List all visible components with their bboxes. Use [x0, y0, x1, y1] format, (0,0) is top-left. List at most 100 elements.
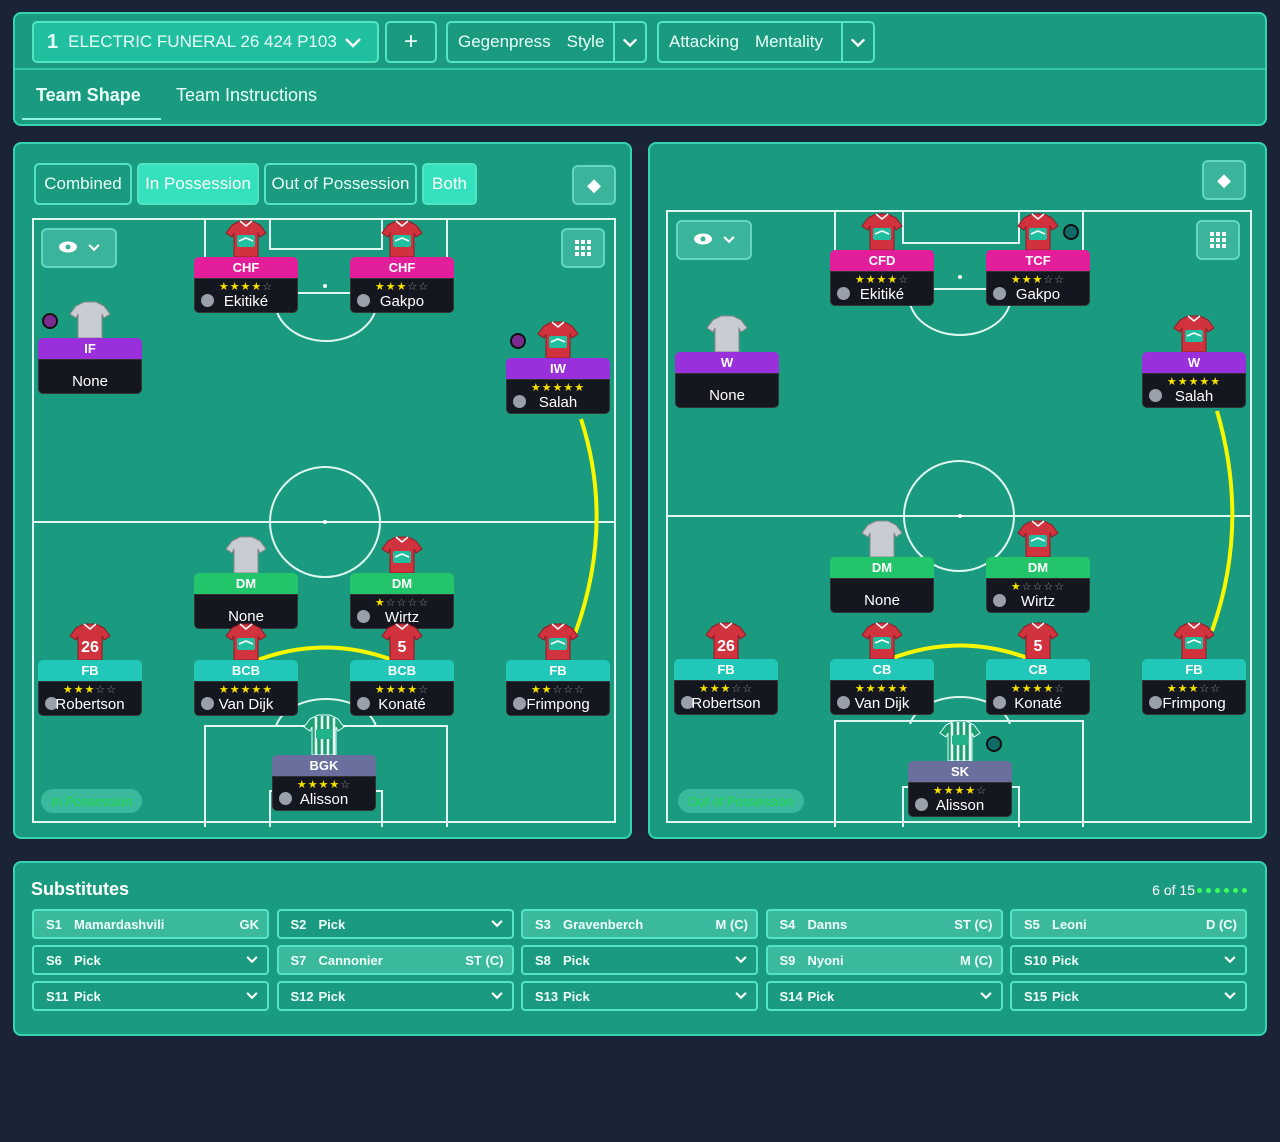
out-of-possession-player-card[interactable]: CFD ★★★★☆ Ekitiké	[830, 250, 934, 306]
player-role[interactable]: FB	[38, 660, 142, 681]
out-of-possession-player-card[interactable]: DM ★☆☆☆☆ Wirtz	[986, 557, 1090, 613]
in-possession-player-card[interactable]: FB ★★☆☆☆ Frimpong	[506, 660, 610, 716]
in-possession-player-card[interactable]: IF None	[38, 338, 142, 394]
player-role[interactable]: CFD	[830, 250, 934, 271]
player-role[interactable]: CHF	[194, 257, 298, 278]
chevron-down-icon[interactable]	[841, 23, 873, 61]
player-shirt-icon[interactable]	[860, 621, 904, 661]
out-of-possession-player-card[interactable]: FB ★★★☆☆ Frimpong	[1142, 659, 1246, 715]
player-shirt-icon[interactable]: 5	[380, 622, 424, 662]
player-role[interactable]: DM	[350, 573, 454, 594]
player-role[interactable]: FB	[1142, 659, 1246, 680]
in-possession-player-card[interactable]: FB ★★★☆☆ Robertson	[38, 660, 142, 716]
player-role[interactable]: BCB	[194, 660, 298, 681]
substitute-slot[interactable]: S4 Danns ST (C)	[765, 909, 1003, 939]
chevron-down-icon	[490, 916, 512, 933]
player-role[interactable]: IF	[38, 338, 142, 359]
substitutes-panel: Substitutes 6 of 15 S1 Mamardashvili GK S2 P…	[13, 861, 1267, 1036]
player-shirt-icon[interactable]: 5	[1016, 621, 1060, 661]
substitute-slot[interactable]: S13 Pick	[521, 981, 758, 1011]
player-role[interactable]: IW	[506, 358, 610, 379]
out-of-possession-player-card[interactable]: DM None	[830, 557, 934, 613]
player-shirt-icon[interactable]: 26	[68, 622, 112, 662]
in-possession-player-card[interactable]: IW ★★★★★ Salah	[506, 358, 610, 414]
in-possession-player-card[interactable]: DM ★☆☆☆☆ Wirtz	[350, 573, 454, 629]
player-rating-stars: ★★★★☆	[1010, 683, 1066, 695]
player-role[interactable]: TCF	[986, 250, 1090, 271]
substitute-slot[interactable]: S6 Pick	[32, 945, 269, 975]
in-possession-player-card[interactable]: DM None	[194, 573, 298, 629]
player-role[interactable]: FB	[674, 659, 778, 680]
tactic-selector[interactable]: 1 ELECTRIC FUNERAL 26 424 P103	[32, 21, 379, 63]
player-role[interactable]: FB	[506, 660, 610, 681]
chevron-down-icon[interactable]	[613, 23, 645, 61]
player-shirt-icon[interactable]: 26	[704, 621, 748, 661]
player-shirt-icon[interactable]	[68, 300, 112, 340]
in-possession-player-card[interactable]: BCB ★★★★★ Van Dijk	[194, 660, 298, 716]
in-possession-player-card[interactable]: CHF ★★★☆☆ Gakpo	[350, 257, 454, 313]
out-of-possession-player-card[interactable]: W ★★★★★ Salah	[1142, 352, 1246, 408]
trait-badge-icon[interactable]	[42, 313, 58, 329]
player-shirt-icon[interactable]	[705, 314, 749, 354]
player-shirt-icon[interactable]	[380, 535, 424, 575]
player-shirt-icon[interactable]	[860, 212, 904, 252]
slot-number: S1	[46, 916, 62, 932]
player-shirt-icon[interactable]	[938, 719, 982, 762]
player-role[interactable]: DM	[986, 557, 1090, 578]
player-role[interactable]: W	[675, 352, 779, 373]
player-shirt-icon[interactable]	[1172, 621, 1216, 661]
player-shirt-icon[interactable]	[1172, 314, 1216, 354]
trait-badge-icon[interactable]	[510, 333, 526, 349]
player-shirt-icon[interactable]	[1016, 212, 1060, 252]
style-selector[interactable]: Gegenpress Style	[446, 21, 647, 63]
player-shirt-icon[interactable]	[302, 713, 346, 756]
chevron-down-icon	[734, 952, 756, 969]
substitutes-count: 6 of 15	[1152, 882, 1195, 898]
substitute-slot[interactable]: S2 Pick	[276, 909, 514, 939]
player-role[interactable]: BGK	[272, 755, 376, 776]
player-role[interactable]: DM	[194, 573, 298, 594]
substitute-slot[interactable]: S5 Leoni D (C)	[1010, 909, 1247, 939]
mentality-selector[interactable]: Attacking Mentality	[657, 21, 875, 63]
player-role[interactable]: BCB	[350, 660, 454, 681]
substitute-slot[interactable]: S15 Pick	[1010, 981, 1247, 1011]
substitute-slot[interactable]: S11 Pick	[32, 981, 269, 1011]
out-of-possession-player-card[interactable]: SK ★★★★☆ Alisson	[908, 761, 1012, 817]
player-role[interactable]: W	[1142, 352, 1246, 373]
substitute-slot[interactable]: S7 Cannonier ST (C)	[276, 945, 514, 975]
in-possession-player-card[interactable]: BGK ★★★★☆ Alisson	[272, 755, 376, 811]
in-possession-player-card[interactable]: BCB ★★★★☆ Konaté	[350, 660, 454, 716]
player-shirt-icon[interactable]	[224, 219, 268, 259]
player-shirt-icon[interactable]	[536, 320, 580, 360]
player-shirt-icon[interactable]	[536, 622, 580, 662]
player-shirt-icon[interactable]	[1016, 519, 1060, 559]
tab-team-instructions[interactable]: Team Instructions	[176, 85, 317, 106]
substitute-slot[interactable]: S12 Pick	[276, 981, 514, 1011]
player-role[interactable]: DM	[830, 557, 934, 578]
out-of-possession-player-card[interactable]: W None	[675, 352, 779, 408]
player-shirt-icon[interactable]	[380, 219, 424, 259]
substitute-slot[interactable]: S10 Pick	[1010, 945, 1247, 975]
substitute-slot[interactable]: S14 Pick	[765, 981, 1003, 1011]
add-tactic-button[interactable]: +	[385, 21, 437, 63]
player-shirt-icon[interactable]	[224, 622, 268, 662]
substitute-slot[interactable]: S3 Gravenberch M (C)	[521, 909, 758, 939]
tab-team-shape[interactable]: Team Shape	[36, 85, 141, 106]
player-shirt-icon[interactable]	[224, 535, 268, 575]
out-of-possession-player-card[interactable]: CB ★★★★★ Van Dijk	[830, 659, 934, 715]
player-shirt-icon[interactable]	[860, 519, 904, 559]
in-possession-player-card[interactable]: CHF ★★★★☆ Ekitiké	[194, 257, 298, 313]
player-role[interactable]: CHF	[350, 257, 454, 278]
out-of-possession-player-card[interactable]: TCF ★★★☆☆ Gakpo	[986, 250, 1090, 306]
player-role[interactable]: CB	[830, 659, 934, 680]
out-of-possession-player-card[interactable]: CB ★★★★☆ Konaté	[986, 659, 1090, 715]
player-role[interactable]: SK	[908, 761, 1012, 782]
out-of-possession-player-card[interactable]: FB ★★★☆☆ Robertson	[674, 659, 778, 715]
player-card-body: ★☆☆☆☆ Wirtz	[986, 578, 1090, 613]
substitute-slot[interactable]: S9 Nyoni M (C)	[765, 945, 1003, 975]
substitute-slot[interactable]: S1 Mamardashvili GK	[32, 909, 269, 939]
substitute-slot[interactable]: S8 Pick	[521, 945, 758, 975]
player-role[interactable]: CB	[986, 659, 1090, 680]
trait-badge-icon[interactable]	[986, 736, 1002, 752]
trait-badge-icon[interactable]	[1063, 224, 1079, 240]
